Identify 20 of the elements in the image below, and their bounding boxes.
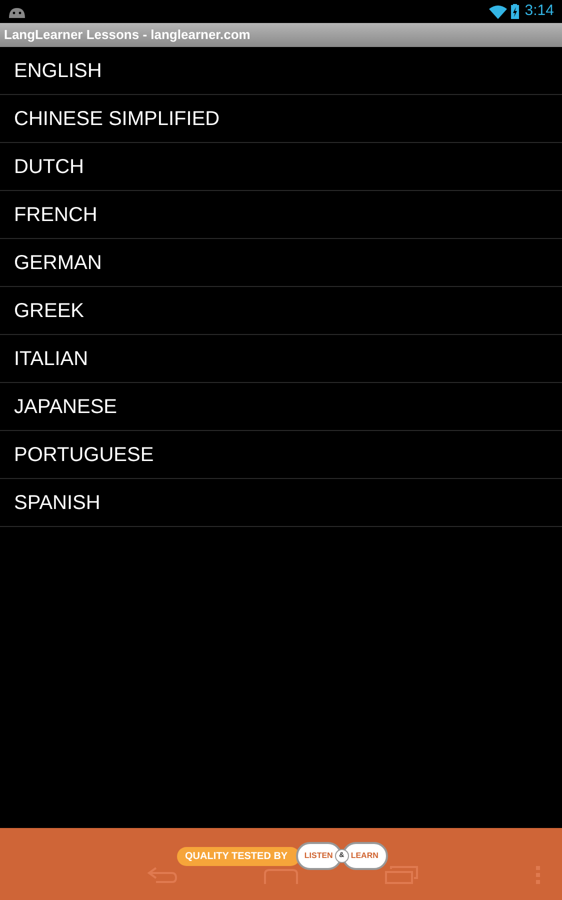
- android-icon: [8, 6, 26, 18]
- wifi-icon: [488, 4, 507, 18]
- language-item[interactable]: SPANISH: [0, 479, 562, 527]
- language-item[interactable]: GREEK: [0, 287, 562, 335]
- language-item[interactable]: GERMAN: [0, 239, 562, 287]
- overflow-menu-icon[interactable]: [535, 866, 541, 884]
- back-icon[interactable]: [146, 866, 178, 884]
- tagline-pill: QUALITY TESTED BY: [177, 846, 300, 866]
- language-item[interactable]: ITALIAN: [0, 335, 562, 383]
- home-icon[interactable]: [264, 868, 298, 884]
- language-item[interactable]: FRENCH: [0, 191, 562, 239]
- language-item[interactable]: CHINESE SIMPLIFIED: [0, 95, 562, 143]
- clock: 3:14: [524, 1, 554, 22]
- window-title: LangLearner Lessons - langlearner.com: [4, 26, 250, 44]
- recent-apps-icon[interactable]: [385, 866, 419, 884]
- language-item[interactable]: ENGLISH: [0, 47, 562, 95]
- language-item[interactable]: JAPANESE: [0, 383, 562, 431]
- language-item[interactable]: PORTUGUESE: [0, 431, 562, 479]
- language-item[interactable]: DUTCH: [0, 143, 562, 191]
- battery-icon: [510, 4, 519, 19]
